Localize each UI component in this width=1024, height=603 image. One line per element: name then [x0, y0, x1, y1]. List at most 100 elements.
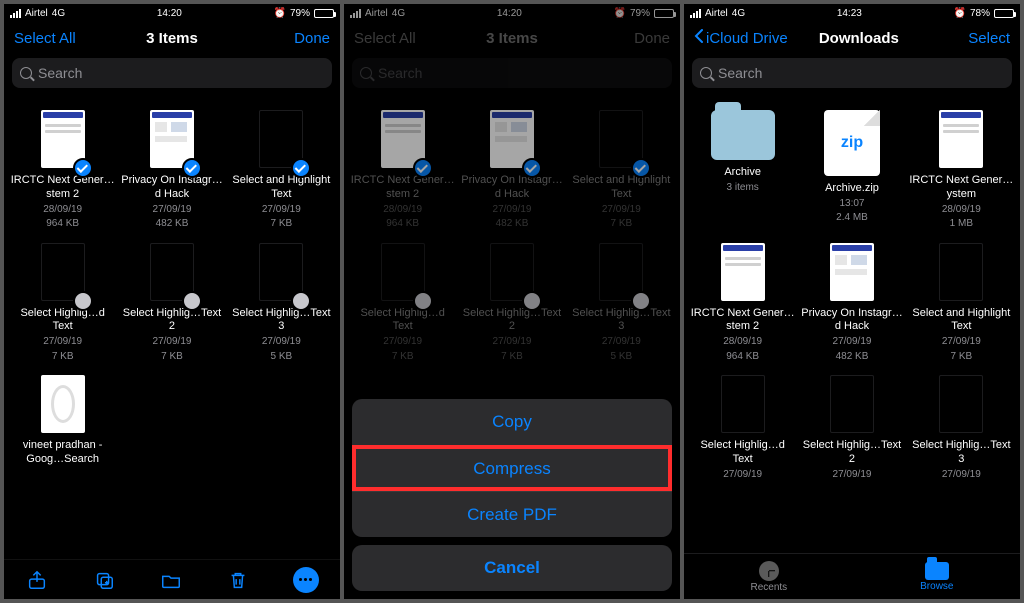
folder-icon	[711, 110, 775, 160]
file-item[interactable]: Archive 3 items	[688, 108, 797, 237]
phone-screen-3: Airtel 4G 14:23 ⏰ 78% iCloud Drive Downl…	[684, 4, 1020, 599]
file-item[interactable]: Privacy On Instagr…d Hack27/09/19 482 KB	[797, 241, 906, 370]
file-title: Archive	[724, 166, 761, 180]
file-title: Select Highlig…Text 2	[800, 439, 904, 467]
file-title: Archive.zip	[825, 182, 879, 196]
file-date: 27/09/19	[153, 336, 192, 349]
file-meta: 7 KB	[950, 351, 972, 364]
file-date: 27/09/19	[43, 336, 82, 349]
file-size: 964 KB	[46, 218, 79, 231]
duplicate-button[interactable]	[92, 568, 116, 592]
file-meta: 27/09/19	[833, 469, 872, 482]
file-item[interactable]: Select Highlig…d Text27/09/197 KB	[8, 241, 117, 370]
file-thumbnail	[721, 243, 765, 301]
unselected-circle-icon	[291, 291, 311, 311]
file-item[interactable]: Select Highlig…Text 327/09/195 KB	[227, 241, 336, 370]
carrier-label: Airtel	[705, 8, 728, 19]
file-size: 482 KB	[156, 218, 189, 231]
file-meta: 27/09/19	[723, 469, 762, 482]
file-meta: 482 KB	[836, 351, 869, 364]
file-item[interactable]: IRCTC Next Gener…ystem28/09/191 MB	[907, 108, 1016, 237]
action-copy-button[interactable]: Copy	[352, 399, 672, 445]
file-item[interactable]: Select and Highlight Text 27/09/197 KB	[227, 108, 336, 237]
search-placeholder: Search	[718, 65, 762, 81]
action-sheet-overlay[interactable]: CopyCompressCreate PDF Cancel	[344, 4, 680, 599]
file-meta: 27/09/19	[942, 469, 981, 482]
select-all-button[interactable]: Select All	[14, 30, 94, 47]
move-button[interactable]	[159, 568, 183, 592]
battery-percent: 78%	[970, 8, 990, 19]
carrier-label: Airtel	[25, 8, 48, 19]
file-item[interactable]: IRCTC Next Gener…stem 228/09/19964 KB	[688, 241, 797, 370]
file-item[interactable]: Select Highlig…d Text27/09/19	[688, 373, 797, 487]
file-title: Select Highlig…Text 2	[120, 307, 224, 335]
bottom-toolbar	[4, 559, 340, 599]
file-meta: 1 MB	[950, 218, 973, 231]
file-thumbnail	[939, 375, 983, 433]
search-field[interactable]: Search	[692, 58, 1012, 88]
file-title: Select Highlig…d Text	[11, 307, 115, 335]
file-meta: 3 items	[727, 182, 759, 195]
navbar: iCloud Drive Downloads Select	[684, 22, 1020, 54]
alarm-icon: ⏰	[954, 8, 966, 19]
select-button[interactable]: Select	[930, 30, 1010, 47]
network-label: 4G	[732, 8, 745, 19]
alarm-icon: ⏰	[274, 8, 286, 19]
file-date: 28/09/19	[43, 204, 82, 217]
file-item[interactable]: IRCTC Next Gener…stem 2 28/09/19964 KB	[8, 108, 117, 237]
file-title: IRCTC Next Gener…ystem	[909, 174, 1013, 202]
back-button[interactable]: iCloud Drive	[694, 29, 788, 47]
file-thumbnail	[830, 375, 874, 433]
more-button[interactable]	[293, 567, 319, 593]
folder-icon	[925, 562, 949, 580]
file-thumbnail	[721, 375, 765, 433]
done-button[interactable]: Done	[250, 30, 330, 47]
file-item[interactable]: vineet pradhan - Goog…Search	[8, 373, 117, 473]
clock-icon	[759, 561, 779, 581]
file-meta: 27/09/19	[942, 336, 981, 349]
file-title: Select Highlig…Text 3	[229, 307, 333, 335]
file-item[interactable]: Privacy On Instagr…d Hack27/09/19482 KB	[117, 108, 226, 237]
action-create-pdf-button[interactable]: Create PDF	[352, 491, 672, 537]
action-compress-button[interactable]: Compress	[352, 445, 672, 491]
search-icon	[700, 67, 712, 79]
file-meta: 13:07	[839, 198, 864, 211]
file-item[interactable]: Select and Highlight Text27/09/19 7 KB	[907, 241, 1016, 370]
selected-checkmark-icon	[182, 158, 202, 178]
file-item[interactable]: Select Highlig…Text 227/09/197 KB	[117, 241, 226, 370]
tab-browse[interactable]: Browse	[920, 562, 953, 592]
share-button[interactable]	[25, 568, 49, 592]
file-title: Select and Highlight Text	[229, 174, 333, 202]
back-label: iCloud Drive	[706, 30, 788, 47]
network-label: 4G	[52, 8, 65, 19]
file-title: Select Highlig…Text 3	[909, 439, 1013, 467]
tab-recents[interactable]: Recents	[750, 561, 787, 593]
file-meta: 964 KB	[726, 351, 759, 364]
action-cancel-button[interactable]: Cancel	[352, 545, 672, 591]
tab-browse-label: Browse	[920, 581, 953, 592]
file-meta: 27/09/19	[833, 336, 872, 349]
file-date: 27/09/19	[262, 204, 301, 217]
nav-title: 3 Items	[94, 30, 250, 47]
file-thumbnail	[830, 243, 874, 301]
file-size: 7 KB	[270, 218, 292, 231]
nav-title: Downloads	[788, 30, 930, 47]
file-item[interactable]: zipArchive.zip13:072.4 MB	[797, 108, 906, 237]
search-placeholder: Search	[38, 65, 82, 81]
file-title: Privacy On Instagr…d Hack	[120, 174, 224, 202]
file-title: Select and Highlight Text	[909, 307, 1013, 335]
signal-bars-icon	[690, 9, 701, 18]
clock-label: 14:20	[157, 8, 182, 19]
battery-icon	[314, 9, 334, 18]
unselected-circle-icon	[182, 291, 202, 311]
file-item[interactable]: Select Highlig…Text 2 27/09/19	[797, 373, 906, 487]
file-date: 27/09/19	[262, 336, 301, 349]
status-bar: Airtel 4G 14:20 ⏰ 79%	[4, 4, 340, 22]
file-title: IRCTC Next Gener…stem 2	[11, 174, 115, 202]
chevron-left-icon	[694, 29, 704, 47]
file-item[interactable]: Select Highlig…Text 3 27/09/19	[907, 373, 1016, 487]
delete-button[interactable]	[226, 568, 250, 592]
status-bar: Airtel 4G 14:23 ⏰ 78%	[684, 4, 1020, 22]
search-field[interactable]: Search	[12, 58, 332, 88]
file-title: Privacy On Instagr…d Hack	[800, 307, 904, 335]
